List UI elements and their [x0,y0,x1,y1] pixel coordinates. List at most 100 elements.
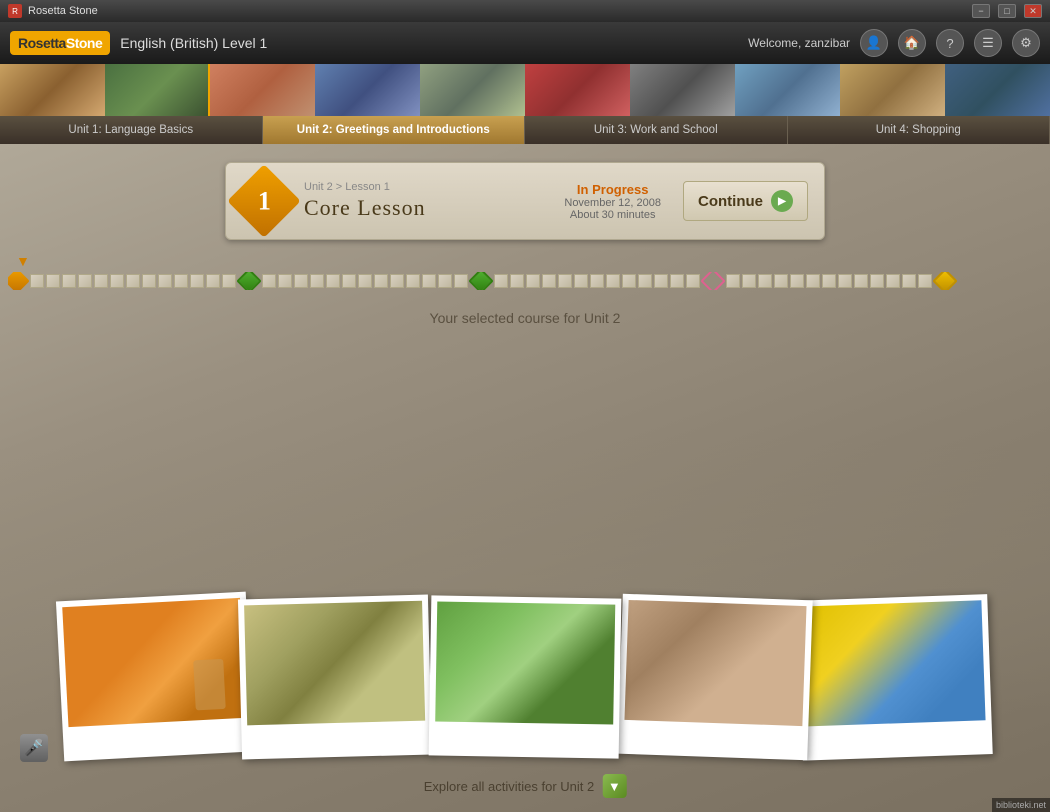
photo-card-4[interactable] [617,594,812,761]
continue-button[interactable]: Continue ▶ [683,181,808,221]
progress-milestone-3[interactable] [468,272,493,290]
progress-step[interactable] [918,274,932,288]
progress-step[interactable] [390,274,404,288]
photo-card-5[interactable] [797,594,992,761]
user-icon[interactable]: 👤 [860,29,888,57]
progress-step[interactable] [526,274,540,288]
lesson-status-badge: In Progress [564,182,661,197]
selected-course-text: Your selected course for Unit 2 [0,310,1050,326]
maximize-button[interactable]: □ [998,4,1016,18]
progress-milestone-4[interactable] [700,272,725,290]
progress-milestone-2[interactable] [236,272,261,290]
progress-step[interactable] [870,274,884,288]
progress-step[interactable] [886,274,900,288]
unit-tab-3[interactable]: Unit 3: Work and School [525,116,788,144]
progress-step[interactable] [110,274,124,288]
progress-step[interactable] [46,274,60,288]
progress-step[interactable] [742,274,756,288]
progress-step[interactable] [494,274,508,288]
progress-step[interactable] [62,274,76,288]
progress-step[interactable] [158,274,172,288]
progress-step[interactable] [726,274,740,288]
settings-icon[interactable]: ⚙ [1012,29,1040,57]
progress-step[interactable] [774,274,788,288]
progress-step[interactable] [294,274,308,288]
progress-step[interactable] [654,274,668,288]
progress-step[interactable] [262,274,276,288]
progress-track-area: ▼ [8,254,1042,290]
progress-step[interactable] [94,274,108,288]
lesson-info: Unit 2 > Lesson 1 Core Lesson [304,181,550,221]
app-icon: R [8,4,22,18]
progress-step[interactable] [670,274,684,288]
unit-tab-2[interactable]: Unit 2: Greetings and Introductions [263,116,526,144]
progress-step[interactable] [126,274,140,288]
lesson-number-diamond: 1 [227,164,301,238]
lesson-status-area: In Progress November 12, 2008 About 30 m… [564,182,661,221]
progress-step[interactable] [78,274,92,288]
strip-image-5[interactable] [420,64,525,116]
progress-step[interactable] [790,274,804,288]
photo-image-4 [624,600,806,726]
photo-card-1[interactable] [56,592,254,762]
progress-step[interactable] [326,274,340,288]
help-icon[interactable]: ? [936,29,964,57]
strip-image-8[interactable] [735,64,840,116]
strip-image-10[interactable] [945,64,1050,116]
progress-step[interactable] [510,274,524,288]
strip-image-7[interactable] [630,64,735,116]
progress-step[interactable] [206,274,220,288]
progress-step[interactable] [758,274,772,288]
progress-step[interactable] [806,274,820,288]
progress-step[interactable] [358,274,372,288]
strip-image-2[interactable] [105,64,210,116]
menu-icon[interactable]: ☰ [974,29,1002,57]
strip-image-3[interactable] [210,64,315,116]
progress-step[interactable] [622,274,636,288]
down-arrow-icon[interactable]: ▼ [16,254,36,268]
progress-step[interactable] [822,274,836,288]
progress-step[interactable] [838,274,852,288]
strip-image-1[interactable] [0,64,105,116]
progress-step[interactable] [454,274,468,288]
progress-step[interactable] [590,274,604,288]
strip-image-6[interactable] [525,64,630,116]
progress-step[interactable] [406,274,420,288]
progress-step[interactable] [142,274,156,288]
lesson-date: November 12, 2008 [564,197,661,209]
progress-step[interactable] [374,274,388,288]
progress-step[interactable] [902,274,916,288]
photo-image-1 [62,598,246,727]
progress-step[interactable] [574,274,588,288]
progress-step[interactable] [174,274,188,288]
minimize-button[interactable]: − [972,4,990,18]
progress-step[interactable] [310,274,324,288]
progress-step[interactable] [342,274,356,288]
strip-image-4[interactable] [315,64,420,116]
progress-step[interactable] [558,274,572,288]
watermark: biblioteki.net [992,798,1050,812]
progress-step[interactable] [278,274,292,288]
progress-milestone-end[interactable] [932,272,957,290]
progress-step[interactable] [438,274,452,288]
home-icon[interactable]: 🏠 [898,29,926,57]
progress-step[interactable] [190,274,204,288]
microphone-icon[interactable]: 🎤 [20,734,48,762]
photo-card-2[interactable] [238,595,432,760]
unit-tab-4[interactable]: Unit 4: Shopping [788,116,1050,144]
photo-card-3[interactable] [429,595,622,758]
progress-step[interactable] [542,274,556,288]
header: RosettaStone English (British) Level 1 W… [0,22,1050,64]
progress-step[interactable] [854,274,868,288]
close-button[interactable]: ✕ [1024,4,1042,18]
explore-button[interactable]: ▼ [602,774,626,798]
progress-step[interactable] [30,274,44,288]
progress-step[interactable] [686,274,700,288]
progress-step[interactable] [638,274,652,288]
progress-step[interactable] [606,274,620,288]
progress-step[interactable] [422,274,436,288]
progress-milestone-1[interactable] [8,272,30,290]
unit-tab-1[interactable]: Unit 1: Language Basics [0,116,263,144]
progress-step[interactable] [222,274,236,288]
strip-image-9[interactable] [840,64,945,116]
